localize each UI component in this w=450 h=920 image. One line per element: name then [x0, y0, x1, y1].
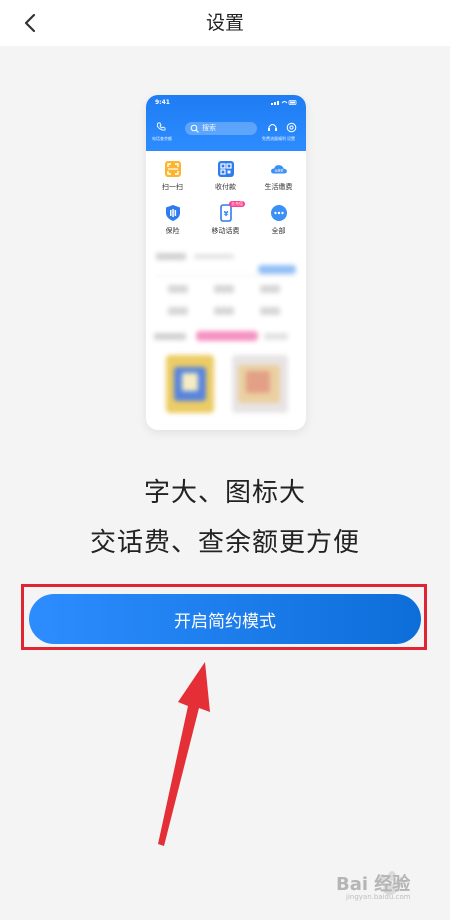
grid-item-bills: 云缴费 生活缴费: [252, 157, 305, 201]
grid-item-all: 全部: [252, 201, 305, 245]
preview-phone-label: 电话查余额: [152, 136, 172, 141]
preview-feature-grid: 扫一扫 收付款 云缴费 生活缴费 保险 去充值 ¥ 移动话费 全部: [146, 157, 306, 245]
preview-search-bar: 搜索: [185, 122, 257, 135]
grid-item-insurance: 保险: [146, 201, 199, 245]
svg-text:¥: ¥: [223, 210, 228, 218]
qr-code-icon: [217, 161, 234, 177]
page-title: 设置: [205, 12, 244, 34]
headset-icon: [268, 124, 277, 131]
cloud-icon: 云缴费: [270, 165, 287, 174]
search-icon: [190, 124, 199, 133]
simple-mode-preview: 9:41 电话查余额 搜索 免费流量福利 设置 扫一扫 收付款 云缴费 生活缴费…: [146, 95, 306, 430]
watermark-url: jingyan.baidu.com: [346, 893, 411, 901]
arrow-annotation-icon: [158, 662, 210, 846]
topup-badge: 去充值: [229, 201, 245, 207]
enable-simple-mode-button[interactable]: 开启简约模式: [29, 594, 421, 644]
preview-service-label: 免费流量福利: [262, 136, 286, 141]
grid-item-payment: 收付款: [199, 157, 252, 201]
grid-label-bills: 生活缴费: [264, 183, 293, 191]
grid-item-mobile-fee: 去充值 ¥ 移动话费: [199, 201, 252, 245]
preview-search-placeholder: 搜索: [202, 124, 216, 132]
cloud-icon-text: 云缴费: [274, 168, 283, 173]
status-icons: [271, 100, 297, 105]
nav-bar: 设置: [0, 0, 450, 46]
shield-icon: [165, 205, 180, 221]
grid-label-payment: 收付款: [215, 183, 236, 191]
tagline-line-1: 字大、图标大: [143, 478, 306, 508]
grid-label-scan: 扫一扫: [162, 183, 183, 191]
grid-item-scan: 扫一扫: [146, 157, 199, 201]
preview-blurred-content: [154, 253, 296, 413]
scan-icon: [164, 161, 181, 177]
preview-header: 9:41 电话查余额 搜索 免费流量福利 设置: [146, 95, 306, 151]
gear-icon: [286, 122, 297, 133]
phone-icon: [156, 122, 166, 131]
grid-label-all: 全部: [271, 227, 286, 235]
grid-label-insurance: 保险: [165, 227, 180, 235]
preview-status-time: 9:41: [155, 99, 170, 106]
tagline-line-2: 交话费、查余额更方便: [89, 528, 360, 558]
preview-settings-label: 设置: [287, 136, 295, 141]
more-icon: [270, 205, 287, 221]
grid-label-mobile-fee: 移动话费: [211, 227, 240, 235]
